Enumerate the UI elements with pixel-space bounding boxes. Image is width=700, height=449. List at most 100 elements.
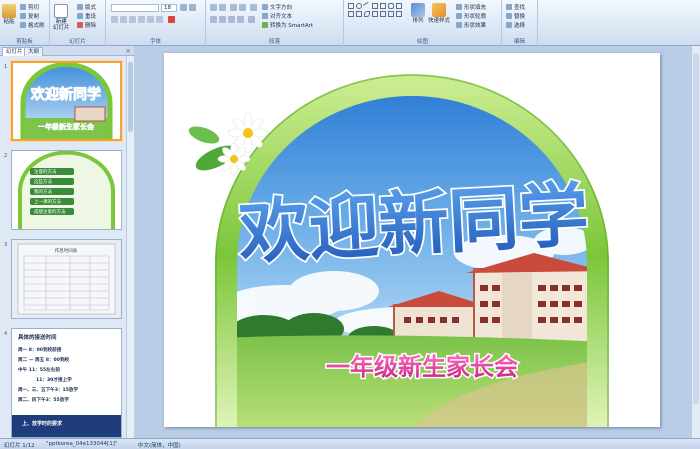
shape-arrow-icon[interactable] <box>372 3 378 9</box>
fill-bucket-icon <box>456 4 462 10</box>
font-size-combo[interactable]: 18 <box>161 4 177 12</box>
brush-icon <box>20 22 26 28</box>
align-center-icon[interactable] <box>219 16 226 23</box>
shape-pentagon-icon[interactable] <box>380 11 386 17</box>
reset-button[interactable]: 重设 <box>77 12 96 20</box>
panel-scrollbar[interactable] <box>126 56 134 438</box>
text-direction-button[interactable]: 文字方向 <box>262 3 292 11</box>
slide-thumbnail-2[interactable]: 注意的方法 这些方法 我的方法 上一课的方法 成绩注意的方法 <box>11 150 122 230</box>
slide-2-preview: 注意的方法 这些方法 我的方法 上一课的方法 成绩注意的方法 <box>12 151 121 229</box>
italic-icon[interactable] <box>120 16 127 23</box>
decrease-indent-icon[interactable] <box>230 4 237 11</box>
close-icon[interactable]: × <box>125 47 131 55</box>
delete-button[interactable]: 删除 <box>77 21 96 29</box>
shape-callout-icon[interactable] <box>348 11 354 17</box>
paste-icon <box>2 4 16 18</box>
slide-subtitle[interactable]: 一年级新生家长会 <box>325 352 520 383</box>
clipboard-group: 粘贴 剪切 复制 格式刷 剪贴板 <box>0 0 50 46</box>
panel-tabs: 幻灯片 大纲 × <box>0 46 134 56</box>
shape-outline-button[interactable]: 形状轮廓 <box>456 12 486 20</box>
slide-2-item: 我的方法 <box>34 188 52 195</box>
delete-icon <box>77 22 83 28</box>
replace-icon <box>506 13 512 19</box>
shape-block-arrow-icon[interactable] <box>372 11 378 17</box>
copy-button[interactable]: 复制 <box>20 12 39 20</box>
ribbon: 粘贴 剪切 复制 格式刷 剪贴板 新建 幻灯片 版式 重设 删除 幻灯片 18 … <box>0 0 700 46</box>
bold-icon[interactable] <box>111 16 118 23</box>
increase-indent-icon[interactable] <box>239 4 246 11</box>
shape-star-icon[interactable] <box>396 3 402 9</box>
shape-ellipse-icon[interactable] <box>356 3 362 9</box>
paragraph-group-label: 段落 <box>268 39 280 45</box>
shape-freeform-icon[interactable] <box>396 11 402 17</box>
shape-more-icon[interactable] <box>388 11 394 17</box>
status-bar: 幻灯片 1/12 "pptkorea_04e133044[1]" 中文(简体，中… <box>0 438 700 449</box>
drawing-group: 排列 快速样式 形状填充 形状轮廓 形状效果 绘图 <box>344 0 502 46</box>
quick-styles-button[interactable]: 快速样式 <box>428 3 450 24</box>
slide-thumbnail-1[interactable]: 欢迎新同学 一年级新生家长会 <box>11 61 122 141</box>
tab-outline[interactable]: 大纲 <box>24 47 44 56</box>
slide-2-item: 这些方法 <box>34 178 52 185</box>
quick-styles-icon <box>432 3 446 17</box>
shape-rectangle-icon[interactable] <box>348 3 354 9</box>
grow-font-icon[interactable] <box>180 4 187 11</box>
bullets-icon[interactable] <box>210 4 217 11</box>
align-right-icon[interactable] <box>228 16 235 23</box>
shape-line-icon[interactable] <box>362 1 372 11</box>
slide-4-line: 11：30才接上学 <box>36 376 72 383</box>
slide-2-item: 注意的方法 <box>34 168 57 175</box>
justify-icon[interactable] <box>237 16 244 23</box>
numbering-icon[interactable] <box>219 4 226 11</box>
slide-4-line: 中午 11：55左右前 <box>18 366 60 373</box>
slide-2-item: 成绩注意的方法 <box>34 208 66 215</box>
slide-thumbnail-4[interactable]: 具体的接送时间 周一 8：00到校前接 周二 — 周五 8：00到校 中午 11… <box>11 328 122 438</box>
new-slide-button[interactable]: 新建 幻灯片 <box>53 4 70 31</box>
editor-scrollbar-thumb[interactable] <box>693 54 699 404</box>
slide-number: 1 <box>4 64 8 70</box>
shadow-icon[interactable] <box>147 16 154 23</box>
slide-counter: 幻灯片 1/12 <box>4 443 35 449</box>
slide-number: 4 <box>4 331 8 337</box>
strikethrough-icon[interactable] <box>138 16 145 23</box>
line-spacing-icon[interactable] <box>250 4 257 11</box>
find-button[interactable]: 查找 <box>506 3 525 11</box>
scissors-icon <box>20 4 26 10</box>
editing-group-label: 编辑 <box>513 39 525 45</box>
paste-button[interactable]: 粘贴 <box>2 4 16 25</box>
drawing-group-label: 绘图 <box>416 39 428 45</box>
shrink-font-icon[interactable] <box>189 4 196 11</box>
shape-brace-icon[interactable] <box>356 11 362 17</box>
editing-group: 查找 替换 选择 编辑 <box>502 0 538 46</box>
replace-button[interactable]: 替换 <box>506 12 525 20</box>
font-color-icon[interactable] <box>168 16 175 23</box>
shape-curve-icon[interactable] <box>364 11 370 17</box>
font-name-combo[interactable] <box>111 4 159 12</box>
align-left-icon[interactable] <box>210 16 217 23</box>
shape-fill-button[interactable]: 形状填充 <box>456 3 486 11</box>
copy-icon <box>20 13 26 19</box>
slide-4-line: 周二、四下午3：55放学 <box>18 396 69 403</box>
font-group-label: 字体 <box>149 39 161 45</box>
shape-rounded-rect-icon[interactable] <box>388 3 394 9</box>
layout-button[interactable]: 版式 <box>77 3 96 11</box>
convert-smartart-button[interactable]: 转换为 SmartArt <box>262 21 313 29</box>
columns-icon[interactable] <box>248 16 255 23</box>
spacing-icon[interactable] <box>156 16 163 23</box>
slide-3-preview: 作息时间表 <box>12 240 121 318</box>
slide-4-line: 周二 — 周五 8：00到校 <box>18 356 70 363</box>
slides-group-label: 幻灯片 <box>69 39 86 45</box>
language-indicator[interactable]: 中文(简体，中国) <box>138 441 181 449</box>
tab-slides[interactable]: 幻灯片 <box>2 47 27 56</box>
current-slide[interactable]: 欢迎新同学 一年级新生家长会 <box>164 53 660 427</box>
panel-scrollbar-thumb[interactable] <box>128 62 133 132</box>
format-painter-button[interactable]: 格式刷 <box>20 21 45 29</box>
editor-scrollbar[interactable] <box>691 46 700 438</box>
slide-thumbnail-3[interactable]: 作息时间表 <box>11 239 122 319</box>
underline-icon[interactable] <box>129 16 136 23</box>
arrange-button[interactable]: 排列 <box>411 3 425 24</box>
select-button[interactable]: 选择 <box>506 21 525 29</box>
shape-triangle-icon[interactable] <box>380 3 386 9</box>
shape-effects-button[interactable]: 形状效果 <box>456 21 486 29</box>
cut-button[interactable]: 剪切 <box>20 3 39 11</box>
align-text-button[interactable]: 对齐文本 <box>262 12 292 20</box>
